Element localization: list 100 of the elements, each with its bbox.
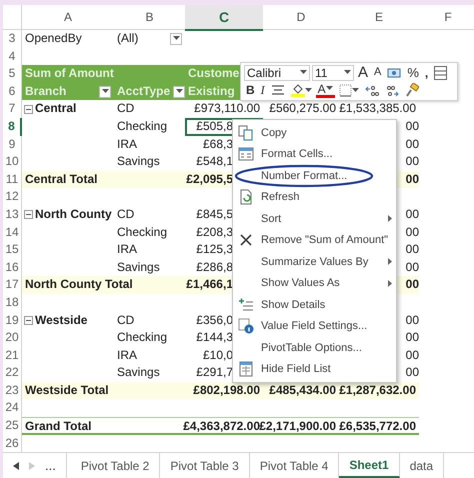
table-cell-text: Sum of Amount: [25, 65, 114, 82]
sheet-tab[interactable]: Pivot Table 3: [160, 453, 250, 478]
table-cell-text: £1,287,632.00: [339, 382, 416, 399]
close-icon: [238, 232, 254, 248]
caret-icon: [326, 86, 333, 92]
row-number[interactable]: 25: [3, 417, 22, 435]
table-cell-text: £845,5: [196, 206, 233, 223]
grow-font-button[interactable]: A: [356, 64, 370, 82]
table-cell-text: AcctType: [117, 82, 170, 100]
row-number[interactable]: 13: [3, 206, 22, 224]
decrease-decimal-icon: [384, 84, 399, 97]
menu-item[interactable]: Show Values As: [233, 272, 396, 294]
table-cell-text: Grand Total: [25, 418, 92, 436]
sheet-tab[interactable]: data: [400, 453, 444, 478]
table-cell-text: £144,3: [196, 329, 233, 346]
table-icon: [238, 361, 254, 378]
comma-button[interactable]: ,: [422, 64, 430, 82]
borders-button[interactable]: [336, 82, 361, 99]
scroll-left-icon[interactable]: [13, 462, 19, 470]
table-cell-text: IRA: [117, 241, 138, 258]
row-number[interactable]: 10: [3, 153, 22, 171]
collapse-icon[interactable]: [24, 316, 33, 325]
table-cell-text: OpenedBy: [25, 30, 82, 47]
table-cell-text: CD: [117, 100, 134, 118]
font-color-button[interactable]: A: [316, 82, 335, 98]
column-header[interactable]: F: [419, 5, 474, 31]
menu-item[interactable]: Show Details: [233, 294, 396, 316]
table-cell-text: North County: [35, 206, 112, 223]
filter-dropdown-button[interactable]: [173, 86, 186, 98]
column-header[interactable]: E: [339, 5, 419, 31]
sheet-tab[interactable]: Pivot Table 2: [66, 453, 160, 478]
table-cell-text: 00: [406, 346, 419, 364]
caret-icon: [352, 88, 359, 93]
row-number[interactable]: 21: [3, 346, 22, 364]
table-cell-text: Savings: [117, 364, 160, 382]
italic-button[interactable]: I: [258, 82, 267, 99]
row-number[interactable]: 16: [3, 258, 22, 276]
table-cell-text: 00: [406, 153, 419, 170]
row-number[interactable]: 14: [3, 224, 22, 242]
font-dropdown[interactable]: 11: [312, 64, 354, 81]
collapse-icon[interactable]: [24, 210, 33, 220]
menu-item[interactable]: Remove "Sum of Amount": [233, 230, 396, 251]
row-number[interactable]: 8: [3, 118, 22, 136]
table-cell-text: £973,110.00: [194, 100, 260, 118]
column-header[interactable]: D: [263, 5, 339, 31]
table-cell-text: Checking: [117, 224, 168, 241]
row-number[interactable]: 12: [3, 188, 22, 206]
menu-item[interactable]: Sort: [233, 208, 396, 230]
table-cell-text: £356,0: [196, 312, 233, 328]
row-number[interactable]: 9: [3, 136, 22, 154]
row-number[interactable]: 24: [3, 399, 22, 418]
table-cell-text: 00: [406, 364, 419, 382]
sheet-tab[interactable]: Sheet1: [339, 453, 400, 478]
table-cell-text: CD: [117, 312, 134, 328]
column-header[interactable]: B: [114, 5, 185, 31]
row-number[interactable]: 7: [3, 100, 22, 118]
column-header[interactable]: C: [185, 5, 263, 31]
fill-color-button[interactable]: [288, 82, 314, 99]
menu-item[interactable]: Number Format...: [233, 165, 396, 186]
table-cell-text: 00: [406, 224, 419, 241]
format-table-button[interactable]: [432, 64, 450, 82]
table-cell-text: Central: [35, 100, 76, 118]
menu-item[interactable]: Summarize Values By: [233, 251, 396, 272]
table-cell-text: 00: [406, 241, 419, 258]
more-sheets-button[interactable]: ...: [45, 456, 56, 476]
row-number[interactable]: 3: [3, 30, 22, 48]
table-cell-text: £2,171,900.00: [259, 418, 336, 436]
table-cell-text: (All): [117, 30, 138, 47]
row-number[interactable]: 20: [3, 329, 22, 347]
table-cell-text: 00: [406, 258, 419, 276]
paintbrush-icon: [404, 83, 419, 98]
bold-button[interactable]: B: [244, 82, 257, 99]
menu-item[interactable]: Value Field Settings...: [233, 316, 396, 337]
table-cell-text: £286,8: [196, 258, 233, 276]
sheet-tab[interactable]: Pivot Table 4: [250, 453, 340, 478]
caret-icon: [102, 89, 108, 94]
table-cell-text: £291,7: [196, 364, 233, 382]
menu-item[interactable]: Refresh: [233, 186, 396, 208]
row-number[interactable]: 4: [3, 48, 22, 66]
column-header[interactable]: A: [22, 5, 114, 31]
row-number[interactable]: 22: [3, 364, 22, 382]
row-number[interactable]: 15: [3, 241, 22, 259]
collapse-icon[interactable]: [24, 104, 33, 114]
table-cell-text: £802,198.00: [193, 382, 260, 399]
table-cell-text: Central Total: [25, 170, 98, 188]
menu-item[interactable]: Copy: [233, 122, 396, 144]
table-cell-text: £125,3: [196, 241, 233, 258]
font-dropdown[interactable]: Calibri: [244, 64, 310, 81]
table-cell-text: 00: [406, 312, 419, 328]
filter-dropdown-button[interactable]: [170, 32, 182, 45]
menu-item[interactable]: PivotTable Options...: [233, 337, 396, 358]
row-number[interactable]: 18: [3, 294, 22, 312]
menu-item[interactable]: Hide Field List: [233, 358, 396, 380]
filter-dropdown-button[interactable]: [99, 86, 111, 98]
percent-button[interactable]: %: [405, 64, 421, 82]
table-cell-text: IRA: [117, 136, 138, 153]
shrink-font-button[interactable]: A: [372, 64, 384, 82]
table-cell-text: 00: [406, 136, 419, 153]
row-number[interactable]: 19: [3, 312, 22, 330]
menu-item[interactable]: Format Cells...: [233, 144, 396, 165]
